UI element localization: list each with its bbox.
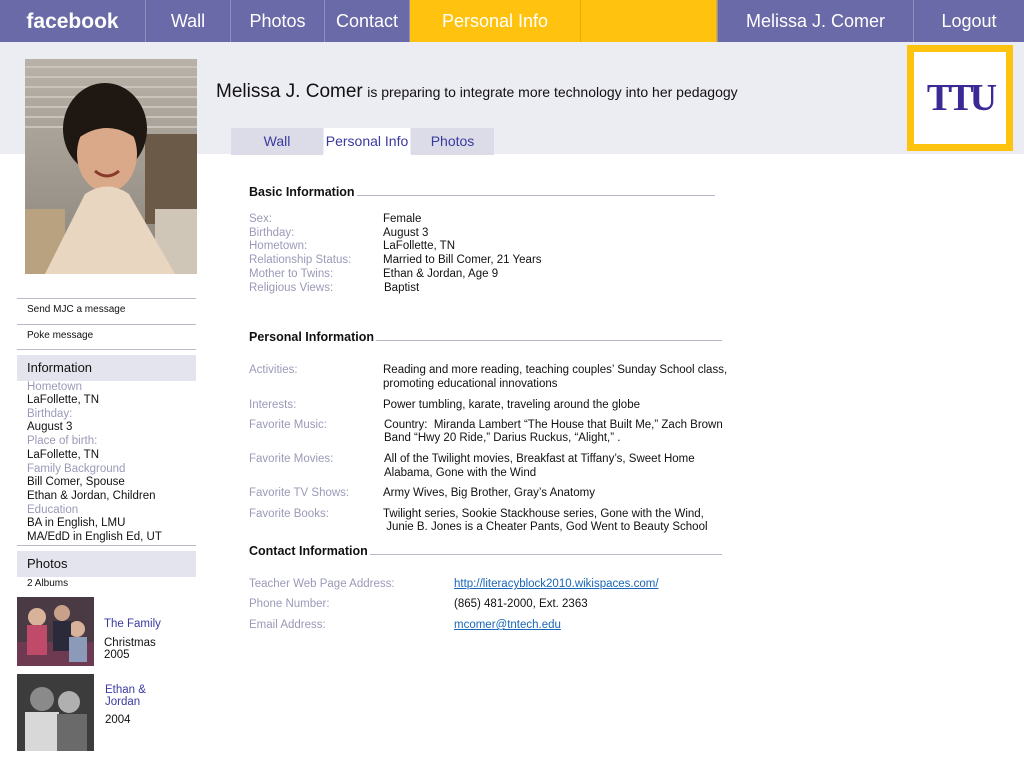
tab-personal-info-label: Personal Info [325,133,409,149]
sidebar-divider-3 [17,349,196,350]
basic-birthday-value: August 3 [383,227,429,239]
nav-logout[interactable]: Logout [914,0,1024,42]
info-birthday-label: Birthday: [27,408,73,420]
info-family-value-2: Ethan & Jordan, Children [27,490,156,502]
basic-relationship-label: Relationship Status: [249,254,352,266]
send-message-link[interactable]: Send MJC a message [27,304,125,315]
profile-photo[interactable] [25,59,197,274]
status-text: is preparing to integrate more technolog… [367,84,738,100]
personal-info-title: Personal Information [249,330,375,344]
music-label: Favorite Music: [249,419,327,431]
info-birthplace-value: LaFollette, TN [27,449,100,461]
personal-info-heading: Personal Information [249,330,723,344]
nav-wall[interactable]: Wall [146,0,231,42]
album-thumbnail-ethan-jordan[interactable] [17,674,94,751]
album-ethan-jordan-sub-1: 2004 [105,714,131,726]
profile-name[interactable]: Melissa J. Comer [216,81,363,102]
books-value-1: Twilight series, Sookie Stackhouse serie… [383,508,704,520]
info-birthday-value: August 3 [27,421,73,433]
basic-twins-value: Ethan & Jordan, Age 9 [383,268,499,280]
ttu-logo-text: TTU [926,77,997,119]
sidebar-divider-1 [17,298,196,299]
books-value-2: Junie B. Jones is a Cheater Pants, God W… [383,521,708,533]
info-education-value-1: BA in English, LMU [27,517,126,529]
info-birthplace-label: Place of birth: [27,435,98,447]
email-link[interactable]: mcomer@tntech.edu [454,619,561,631]
basic-sex-value: Female [383,213,422,225]
music-value-2: Band “Hwy 20 Ride,” Darius Ruckus, “Alig… [384,432,621,444]
basic-religion-value: Baptist [384,282,420,294]
nav-photos[interactable]: Photos [231,0,325,42]
music-value-1: Country: Miranda Lambert “The House that… [384,419,723,431]
phone-value: (865) 481-2000, Ext. 2363 [454,598,588,610]
top-nav-bar: facebook Wall Photos Contact Personal In… [0,0,1024,42]
ttu-logo: TTU [907,45,1013,151]
info-family-label: Family Background [27,463,126,475]
album-ethan-jordan-title-1[interactable]: Ethan & [105,684,146,696]
basic-info-title: Basic Information [249,185,355,199]
movies-label: Favorite Movies: [249,453,334,465]
basic-relationship-value: Married to Bill Comer, 21 Years [383,254,542,266]
info-hometown-value: LaFollette, TN [27,394,100,406]
activities-value-2: promoting educational innovations [383,378,558,390]
interests-label: Interests: [249,399,297,411]
album-ethan-jordan-image [17,674,94,751]
nav-contact[interactable]: Contact [325,0,410,42]
activities-value-1: Reading and more reading, teaching coupl… [383,364,728,376]
tab-wall-label: Wall [263,133,291,149]
basic-info-heading: Basic Information [249,185,715,199]
basic-hometown-value: LaFollette, TN [383,240,456,252]
album-family-sub-1: Christmas [104,637,156,649]
tab-personal-info[interactable]: Personal Info [324,128,410,172]
album-family-title[interactable]: The Family [104,618,161,630]
facebook-brand-link[interactable]: facebook [0,0,146,42]
books-label: Favorite Books: [249,508,329,520]
photos-header-label: Photos [27,556,68,571]
info-education-value-2: MA/EdD in English Ed, UT [27,531,162,543]
sidebar-divider-2 [17,324,196,325]
tv-value: Army Wives, Big Brother, Gray’s Anatomy [383,487,595,499]
basic-twins-label: Mother to Twins: [249,268,334,280]
nav-spacer-highlight [581,0,717,42]
information-header-label: Information [27,360,93,375]
status-line: Melissa J. Comer is preparing to integra… [216,81,738,103]
album-family-image [17,597,94,666]
web-page-link[interactable]: http://literacyblock2010.wikispaces.com/ [454,578,659,590]
interests-value: Power tumbling, karate, traveling around… [383,399,640,411]
information-header: Information [17,355,196,381]
poke-link[interactable]: Poke message [27,330,93,341]
tab-photos-label: Photos [430,133,475,149]
web-page-label: Teacher Web Page Address: [249,578,395,590]
email-label: Email Address: [249,619,326,631]
profile-photo-image [25,59,197,274]
info-hometown-label: Hometown [27,381,82,393]
phone-label: Phone Number: [249,598,330,610]
movies-value-2: Alabama, Gone with the Wind [384,467,537,479]
basic-religion-label: Religious Views: [249,282,334,294]
sidebar-divider-4 [17,545,196,546]
album-family-sub-2: 2005 [104,649,130,661]
tab-photos[interactable]: Photos [411,128,494,155]
album-ethan-jordan-title-2[interactable]: Jordan [105,696,140,708]
activities-label: Activities: [249,364,298,376]
info-family-value-1: Bill Comer, Spouse [27,476,125,488]
basic-hometown-label: Hometown: [249,240,308,252]
tab-wall[interactable]: Wall [231,128,323,155]
contact-info-title: Contact Information [249,544,368,558]
info-education-label: Education [27,504,79,516]
contact-info-heading: Contact Information [249,544,722,558]
nav-user-name[interactable]: Melissa J. Comer [717,0,914,42]
nav-personal-info[interactable]: Personal Info [410,0,581,42]
albums-count: 2 Albums [27,578,69,589]
basic-birthday-label: Birthday: [249,227,295,239]
tv-label: Favorite TV Shows: [249,487,350,499]
photos-header: Photos [17,551,196,577]
movies-value-1: All of the Twilight movies, Breakfast at… [384,453,695,465]
basic-sex-label: Sex: [249,213,273,225]
album-thumbnail-family[interactable] [17,597,94,666]
